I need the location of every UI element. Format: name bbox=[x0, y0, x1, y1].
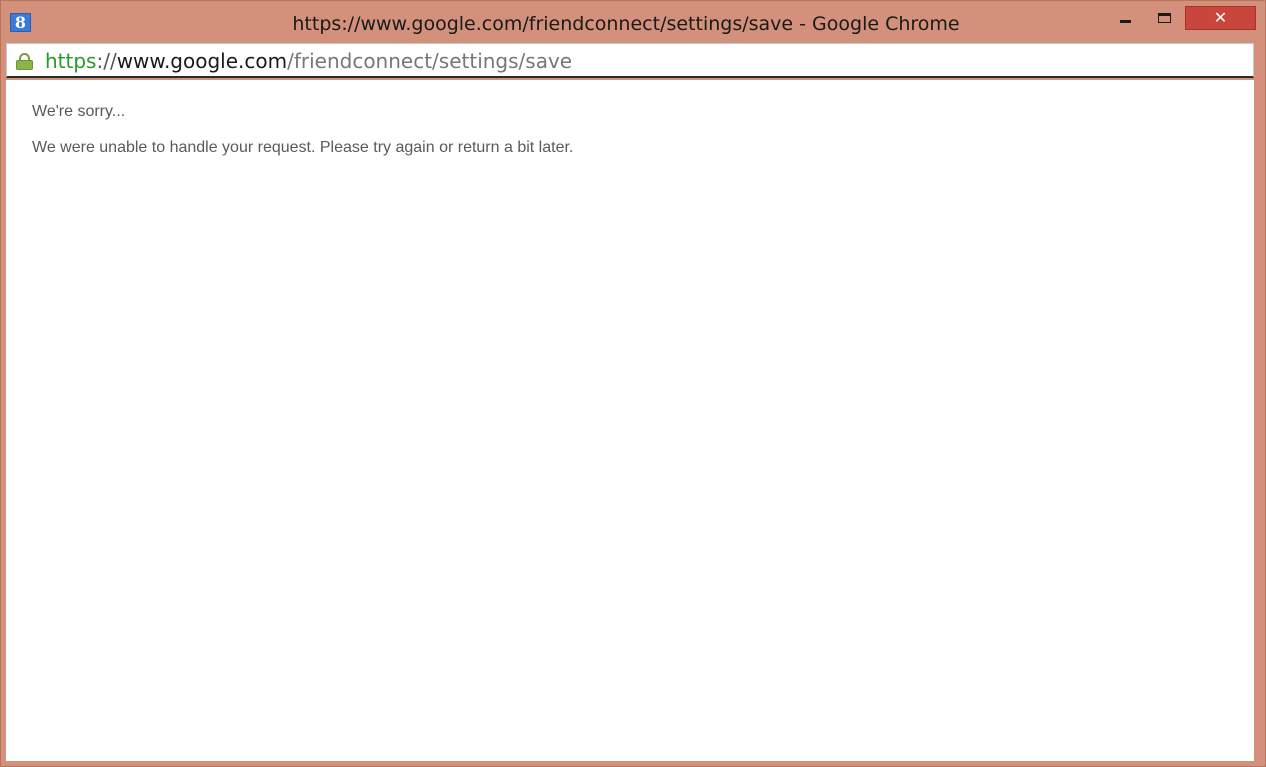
error-message: We were unable to handle your request. P… bbox=[32, 139, 574, 156]
maximize-button[interactable] bbox=[1149, 6, 1179, 30]
minimize-button[interactable] bbox=[1111, 6, 1139, 30]
address-bar[interactable]: https://www.google.com/friendconnect/set… bbox=[6, 43, 1254, 78]
window-title: https://www.google.com/friendconnect/set… bbox=[292, 13, 960, 35]
close-icon: ✕ bbox=[1213, 8, 1228, 27]
lock-icon[interactable] bbox=[16, 53, 34, 70]
url-scheme: https bbox=[45, 49, 97, 73]
url-path: /friendconnect/settings/save bbox=[287, 49, 573, 73]
url-separator: :// bbox=[96, 49, 117, 73]
page-content: We're sorry... We were unable to handle … bbox=[6, 80, 1254, 761]
minimize-icon bbox=[1119, 19, 1131, 23]
close-button[interactable]: ✕ bbox=[1185, 6, 1256, 30]
url-text[interactable]: https://www.google.com/friendconnect/set… bbox=[45, 49, 572, 73]
browser-window: 8 https://www.google.com/friendconnect/s… bbox=[0, 0, 1266, 767]
error-heading: We're sorry... bbox=[32, 103, 126, 120]
title-bar[interactable]: 8 https://www.google.com/friendconnect/s… bbox=[1, 1, 1265, 43]
google-icon[interactable]: 8 bbox=[10, 13, 31, 32]
lock-body bbox=[16, 60, 33, 70]
maximize-icon bbox=[1157, 13, 1171, 23]
url-host: www.google.com bbox=[116, 49, 288, 73]
